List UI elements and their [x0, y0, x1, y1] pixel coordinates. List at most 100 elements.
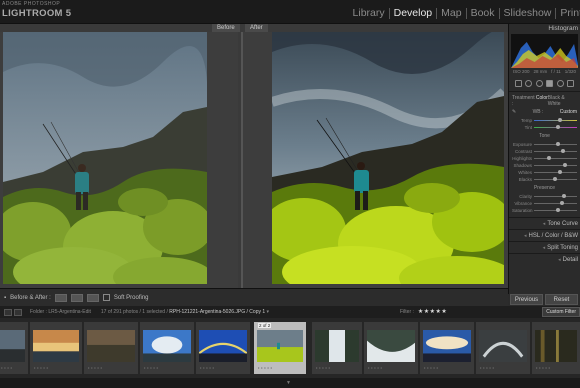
view-mode-icon[interactable]: ▪: [4, 295, 6, 301]
star-filter[interactable]: ★★★★★: [418, 308, 447, 315]
filmstrip-thumb[interactable]: • • • • •: [84, 322, 138, 374]
filmstrip-thumb[interactable]: • • • • •: [0, 322, 28, 374]
before-pane[interactable]: [0, 32, 238, 288]
wb-select[interactable]: Custom: [560, 109, 577, 115]
thumb-rating: • • • • •: [316, 365, 331, 370]
slider-label: Whites: [518, 170, 532, 175]
photo-count: 17 of 291 photos / 1 selected / RPH-1212…: [100, 309, 270, 315]
panel-title: Detail: [562, 256, 578, 263]
slider-knob[interactable]: [559, 201, 564, 205]
file-name[interactable]: RPH-121221-Argentina-5026.JPG / Copy 1: [169, 309, 265, 315]
hsl-panel[interactable]: ◂ HSL / Color / B&W: [509, 229, 580, 241]
histogram-header[interactable]: Histogram: [509, 24, 580, 34]
after-photo[interactable]: [272, 32, 504, 284]
slider-knob[interactable]: [557, 170, 562, 174]
filter-label: Filter :: [400, 308, 414, 315]
thumb-image: [87, 330, 135, 362]
filmstrip-thumb[interactable]: • • • • •: [364, 322, 418, 374]
slider-knob[interactable]: [557, 118, 562, 122]
slider-knob[interactable]: [563, 163, 568, 167]
tint-slider[interactable]: Tint: [512, 124, 577, 131]
clarity-slider[interactable]: Clarity: [512, 193, 577, 200]
tone-curve-panel[interactable]: ◂ Tone Curve: [509, 217, 580, 229]
split-toning-panel[interactable]: ◂ Split Toning: [509, 241, 580, 253]
adjustment-brush-icon[interactable]: [567, 80, 575, 87]
swap-settings-button[interactable]: [54, 293, 67, 302]
brand-small: ADOBE PHOTOSHOP: [2, 1, 61, 7]
iso-value: ISO 200: [513, 69, 530, 74]
slider-knob[interactable]: [555, 142, 560, 146]
copy-settings-button[interactable]: [70, 293, 83, 302]
slider-label: Temp: [520, 118, 532, 123]
slider-knob[interactable]: [546, 156, 551, 160]
module-print[interactable]: Print: [555, 8, 580, 19]
filmstrip-thumb-selected[interactable]: 2 of 2 • • • • •: [254, 322, 306, 374]
folder-path[interactable]: Folder : LR5-Argentina-Edit: [30, 309, 91, 315]
highlights-slider[interactable]: Highlights: [512, 155, 577, 162]
vibrance-slider[interactable]: Vibrance: [512, 200, 577, 207]
histogram: [511, 34, 578, 68]
thumb-rating: • • • • •: [34, 365, 49, 370]
shadows-slider[interactable]: Shadows: [512, 162, 577, 169]
graduated-filter-icon[interactable]: [546, 80, 554, 87]
module-develop[interactable]: Develop: [388, 8, 437, 19]
thumb-rating: • • • • •: [88, 365, 103, 370]
red-eye-icon[interactable]: [535, 80, 543, 87]
blacks-slider[interactable]: Blacks: [512, 176, 577, 183]
back-button[interactable]: [14, 308, 22, 316]
filmstrip-thumb[interactable]: • • • • •: [312, 322, 362, 374]
wb-label: WB :: [532, 109, 544, 115]
after-pane[interactable]: [241, 32, 508, 288]
contrast-slider[interactable]: Contrast: [512, 148, 577, 155]
presence-title: Presence: [533, 185, 556, 191]
spot-removal-icon[interactable]: [525, 80, 533, 87]
treatment-bw[interactable]: Black & White: [548, 95, 577, 107]
module-book[interactable]: Book: [465, 8, 499, 19]
slider-knob[interactable]: [556, 125, 561, 129]
app-brand: ADOBE PHOTOSHOP LIGHTROOM 5: [2, 1, 71, 19]
filmstrip-thumb[interactable]: • • • • •: [196, 322, 250, 374]
detail-panel[interactable]: ◂ Detail: [509, 253, 580, 265]
slider-knob[interactable]: [560, 149, 565, 153]
saturation-slider[interactable]: Saturation: [512, 207, 577, 214]
filmstrip-thumb[interactable]: • • • • •: [30, 322, 82, 374]
swap-views-button[interactable]: [86, 293, 99, 302]
radial-filter-icon[interactable]: [556, 80, 564, 87]
temp-slider[interactable]: Temp: [512, 117, 577, 124]
slider-knob[interactable]: [561, 194, 566, 198]
top-bar: ADOBE PHOTOSHOP LIGHTROOM 5 Library Deve…: [0, 0, 580, 24]
expand-icon: ◂: [542, 244, 546, 251]
right-panel-buttons: Previous Reset (Adobe): [508, 294, 580, 313]
collapse-arrow-icon[interactable]: ▼: [286, 380, 291, 386]
filmstrip-thumb[interactable]: • • • • •: [140, 322, 194, 374]
grid-view-button[interactable]: [4, 308, 12, 316]
crop-icon[interactable]: [514, 80, 522, 87]
thumb-rating: • • • • •: [144, 365, 159, 370]
whites-slider[interactable]: Whites: [512, 169, 577, 176]
filter-controls: Filter : ★★★★★: [400, 308, 447, 316]
eyedropper-icon[interactable]: ✎: [512, 109, 516, 115]
slider-knob[interactable]: [553, 177, 558, 181]
filmstrip-thumb[interactable]: • • • • •: [420, 322, 474, 374]
treatment-color[interactable]: Color: [536, 95, 548, 107]
custom-filter-dropdown[interactable]: Custom Filter: [542, 307, 580, 317]
before-photo[interactable]: [3, 32, 207, 284]
module-library[interactable]: Library: [349, 8, 389, 19]
after-label: After: [245, 24, 268, 32]
reset-button[interactable]: Reset (Adobe): [545, 294, 578, 313]
right-panel: Histogram ISO 200 28 mm f / 11 1/320 Tre…: [508, 24, 580, 294]
basic-panel: Treatment : Color Black & White ✎ WB : C…: [509, 92, 580, 217]
exposure-slider[interactable]: Exposure: [512, 141, 577, 148]
soft-proofing-checkbox[interactable]: [102, 294, 110, 301]
filmstrip-thumb[interactable]: • • • • •: [532, 322, 580, 374]
filmstrip-thumb[interactable]: • • • • •: [476, 322, 530, 374]
slider-label: Blacks: [518, 177, 532, 182]
thumb-rating: • • • • •: [258, 365, 273, 370]
previous-button[interactable]: Previous: [510, 294, 543, 305]
module-map[interactable]: Map: [436, 8, 465, 19]
slider-knob[interactable]: [556, 208, 561, 212]
module-picker: Library Develop Map Book Slideshow Print: [349, 8, 580, 19]
module-slideshow[interactable]: Slideshow: [498, 8, 556, 19]
thumb-image: [257, 330, 303, 362]
main-view: Before After: [0, 24, 508, 288]
